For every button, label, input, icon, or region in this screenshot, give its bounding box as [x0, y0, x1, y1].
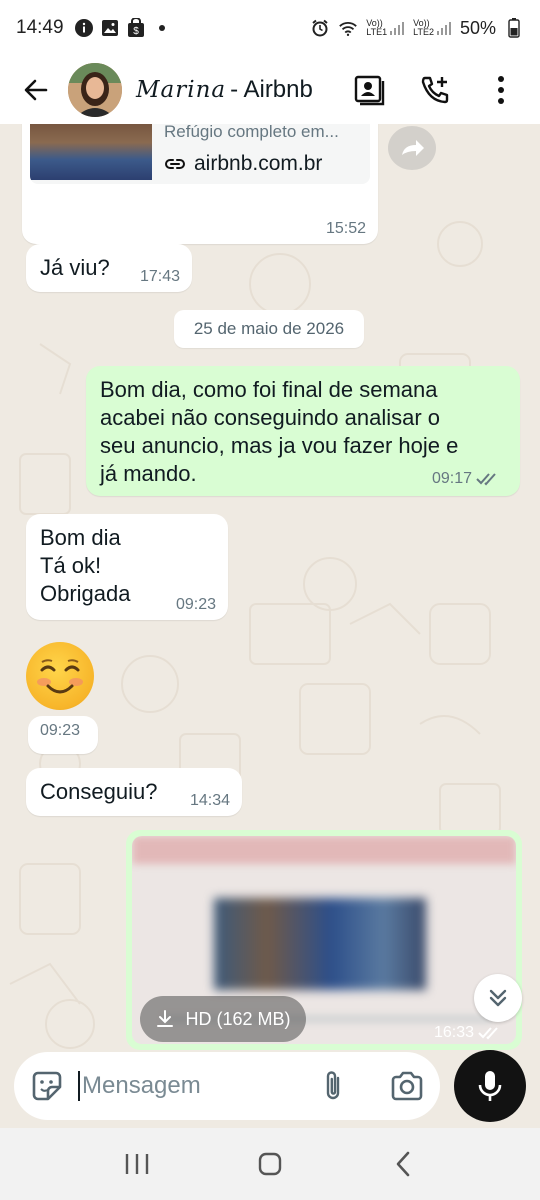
message-bubble-incoming[interactable]: Bom dia Tá ok! Obrigada 09:23 [26, 514, 228, 620]
link-domain-text: airbnb.com.br [194, 152, 323, 175]
message-time: 09:23 [40, 722, 81, 739]
sticker-button[interactable] [30, 1069, 64, 1103]
camera-icon [391, 1071, 423, 1101]
message-time: 09:23 [175, 596, 216, 613]
voice-message-button[interactable] [454, 1050, 526, 1122]
message-bubble-incoming[interactable]: Já viu? 17:43 [26, 244, 192, 292]
arrow-left-icon [24, 79, 48, 101]
contact-avatar[interactable] [68, 63, 122, 117]
add-call-button[interactable] [412, 67, 458, 113]
home-button[interactable] [245, 1139, 295, 1189]
status-notification-icons: $ [74, 18, 172, 38]
image-icon [100, 18, 120, 38]
contact-name-script: Marina [136, 77, 227, 103]
double-check-icon [478, 1027, 498, 1040]
download-size: HD (162 MB) [185, 1008, 291, 1029]
double-chevron-down-icon [489, 989, 507, 1007]
message-bubble-outgoing[interactable]: Bom dia, como foi final de semana acabei… [86, 366, 520, 496]
media-message[interactable]: HD (162 MB) 16:33 [126, 830, 522, 1050]
date-separator: 25 de maio de 2026 [174, 310, 364, 348]
message-input-container[interactable] [14, 1052, 440, 1120]
link-icon [165, 159, 185, 169]
message-text: Conseguiu? [40, 779, 158, 804]
dot-icon [152, 18, 172, 38]
message-time: 15:52 [325, 220, 366, 237]
recent-apps-button[interactable] [112, 1139, 162, 1189]
sim2-label: LTE2 [413, 27, 434, 37]
info-icon [74, 18, 94, 38]
recent-apps-icon [125, 1154, 148, 1174]
status-right: Vo)) LTE1 Vo)) LTE2 50% [310, 18, 524, 39]
microphone-icon [478, 1071, 502, 1101]
back-button[interactable] [10, 64, 62, 116]
status-bar: 14:49 $ Vo)) LTE1 Vo)) LTE2 50% [0, 0, 540, 56]
status-time: 14:49 [16, 17, 64, 38]
camera-button[interactable] [390, 1071, 424, 1101]
paperclip-icon [326, 1071, 340, 1100]
double-check-icon [476, 473, 496, 486]
link-preview-box[interactable]: Refúgio completo em... airbnb.com.br [30, 124, 370, 184]
header-actions [346, 67, 530, 113]
sim1-label: LTE1 [366, 27, 388, 37]
add-call-icon [421, 76, 449, 104]
message-input[interactable] [82, 1072, 292, 1100]
attach-button[interactable] [322, 1069, 346, 1103]
message-time: 09:17 [431, 470, 472, 487]
shopping-bag-icon: $ [126, 18, 146, 38]
download-icon [157, 1010, 174, 1027]
battery-percent: 50% [459, 17, 496, 38]
message-text: Bom dia Tá ok! Obrigada [40, 525, 131, 606]
link-thumbnail [30, 124, 152, 180]
chat-area[interactable]: Refúgio completo em... airbnb.com.br 15:… [0, 124, 540, 1050]
link-preview-message[interactable]: Refúgio completo em... airbnb.com.br 15:… [22, 124, 378, 244]
scroll-to-bottom-button[interactable] [474, 974, 522, 1022]
forward-icon [402, 140, 424, 156]
message-meta: 09:17 [432, 470, 502, 488]
link-description: Refúgio completo em... [164, 124, 339, 141]
svg-text:$: $ [133, 26, 139, 37]
chat-header: Marina - Airbnb [0, 56, 540, 124]
volte-sim1-icon: Vo)) LTE1 [366, 19, 405, 37]
blushing-smile-icon [37, 659, 83, 694]
message-text: Já viu? [40, 255, 110, 280]
compose-bar [0, 1050, 540, 1126]
home-icon [258, 1152, 282, 1176]
battery-icon [504, 18, 524, 38]
link-domain: airbnb.com.br [164, 152, 322, 176]
more-options-button[interactable] [478, 67, 524, 113]
wifi-icon [338, 18, 358, 38]
message-text: Bom dia, como foi final de semana acabei… [100, 377, 459, 486]
back-nav-button[interactable] [378, 1139, 428, 1189]
contact-card-button[interactable] [346, 67, 392, 113]
media-preview[interactable]: HD (162 MB) 16:33 [132, 836, 516, 1044]
more-vert-icon [498, 76, 504, 104]
blurred-image [214, 898, 426, 990]
avatar-photo [68, 63, 122, 117]
download-hd-button[interactable]: HD (162 MB) [140, 996, 306, 1042]
blurred-header [132, 836, 516, 864]
chevron-left-icon [397, 1151, 410, 1177]
message-bubble-incoming[interactable]: Conseguiu? 14:34 [26, 768, 242, 816]
message-meta: 16:33 [434, 1024, 504, 1042]
emoji-time-bubble: 09:23 [28, 716, 98, 754]
text-caret [78, 1071, 80, 1101]
smiling-face-emoji[interactable] [26, 642, 94, 710]
contact-name-text: - Airbnb [230, 76, 313, 103]
system-navigation-bar [0, 1128, 540, 1200]
contact-name[interactable]: Marina - Airbnb [136, 76, 313, 104]
contact-card-icon [354, 75, 385, 106]
message-time: 16:33 [433, 1024, 474, 1041]
message-time: 17:43 [139, 268, 180, 285]
forward-button[interactable] [388, 126, 436, 170]
alarm-icon [310, 18, 330, 38]
message-time: 14:34 [189, 792, 230, 809]
volte-sim2-icon: Vo)) LTE2 [413, 19, 452, 37]
sticker-icon [32, 1071, 62, 1101]
